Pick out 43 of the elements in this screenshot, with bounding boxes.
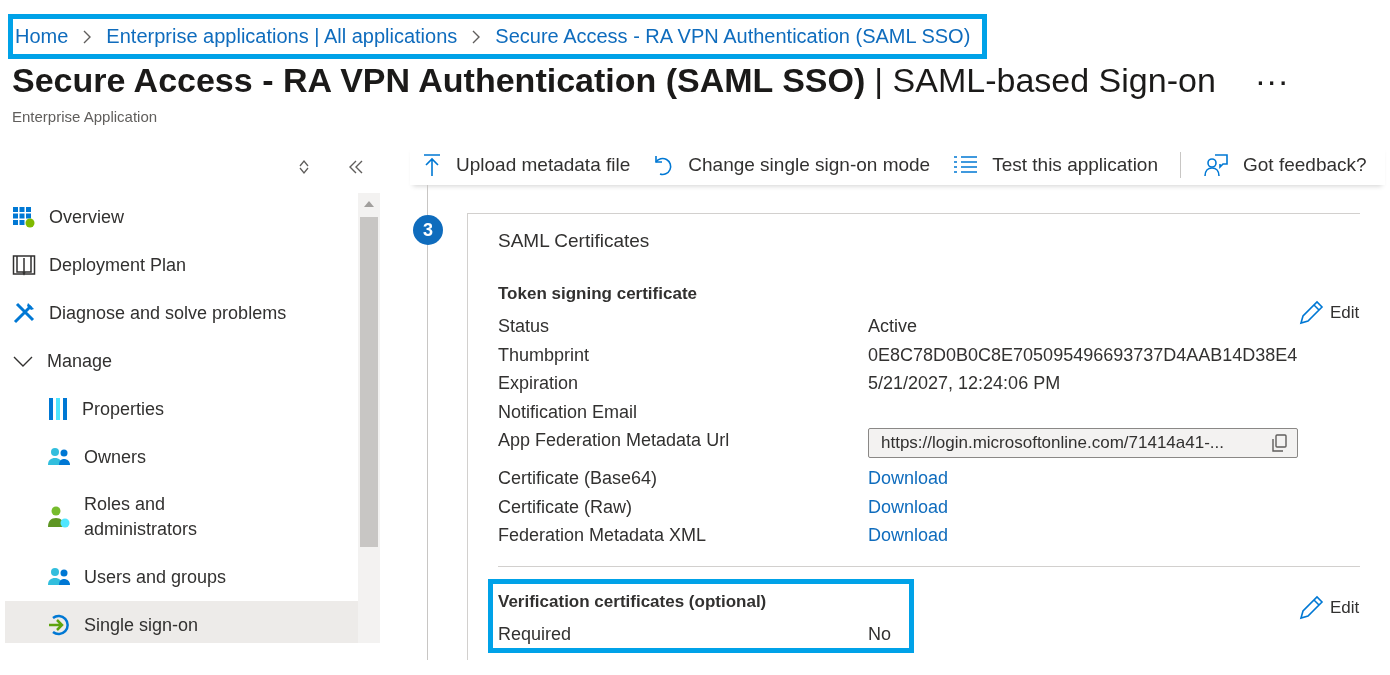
section-heading: Token signing certificate — [498, 284, 698, 304]
sidebar-group-header[interactable]: Manage — [5, 337, 358, 385]
field-label: Certificate (Raw) — [498, 495, 634, 519]
breadcrumb-link[interactable]: Home — [15, 25, 69, 48]
field-value: Active — [868, 315, 919, 338]
sidebar-item[interactable]: Roles and administrators — [5, 481, 358, 553]
edit-button[interactable]: Edit — [1298, 300, 1360, 326]
sidebar-item[interactable]: Deployment Plan — [5, 241, 358, 289]
page-title-suffix: | SAML-based Sign-on — [874, 61, 1216, 100]
download-link[interactable]: Download — [868, 521, 1298, 550]
page-title: Secure Access - RA VPN Authentication (SAML SSO) — [12, 61, 866, 100]
url-field[interactable]: https://login.microsoftonline.com/71414a41-... — [868, 428, 1298, 458]
more-button[interactable]: ··· — [1254, 61, 1289, 100]
field-label: Thumbprint — [498, 343, 591, 367]
step-number: 3 — [413, 215, 443, 245]
toolbar-button[interactable]: Upload metadata file — [422, 153, 631, 177]
field-value: No — [868, 622, 891, 646]
sidebar-item[interactable]: Users and groups — [5, 553, 358, 601]
field-label: Status — [498, 315, 551, 338]
field-label: Certificate (Base64) — [498, 467, 659, 490]
sidebar-item[interactable]: Single sign-on — [5, 601, 358, 643]
sidebar-item[interactable]: Overview — [5, 193, 358, 241]
toolbar-button[interactable]: Change single sign-on mode — [652, 153, 931, 177]
toolbar-button[interactable]: Test this application — [952, 154, 1158, 176]
breadcrumb-link[interactable]: Enterprise applications | All applications — [106, 25, 458, 48]
edit-button[interactable]: Edit — [1298, 594, 1360, 621]
field-value: 5/21/2027, 12:24:06 PM — [868, 372, 1062, 395]
card-title: SAML Certificates — [498, 230, 651, 252]
section-heading: Verification certificates (optional) — [498, 591, 768, 612]
sidebar-item[interactable]: Properties — [5, 385, 358, 433]
sidebar-item[interactable]: Diagnose and solve problems — [5, 289, 358, 337]
toolbar-button[interactable]: Got feedback? — [1203, 153, 1367, 177]
field-label: Required — [498, 622, 573, 646]
field-value: 0E8C78D0B0C8E705095496693737D4AAB14D38E4 — [868, 343, 1298, 367]
breadcrumb-link[interactable]: Secure Access - RA VPN Authentication (SAML SSO) — [495, 25, 971, 48]
field-label: App Federation Metadata Url — [498, 429, 731, 452]
field-label: Federation Metadata XML — [498, 524, 708, 547]
field-label: Expiration — [498, 372, 580, 395]
download-link[interactable]: Download — [868, 492, 1298, 521]
sidebar-item[interactable]: Owners — [5, 433, 358, 481]
page-subtitle: Enterprise Application — [12, 108, 159, 125]
field-label: Notification Email — [498, 400, 639, 424]
download-link[interactable]: Download — [868, 464, 1298, 493]
